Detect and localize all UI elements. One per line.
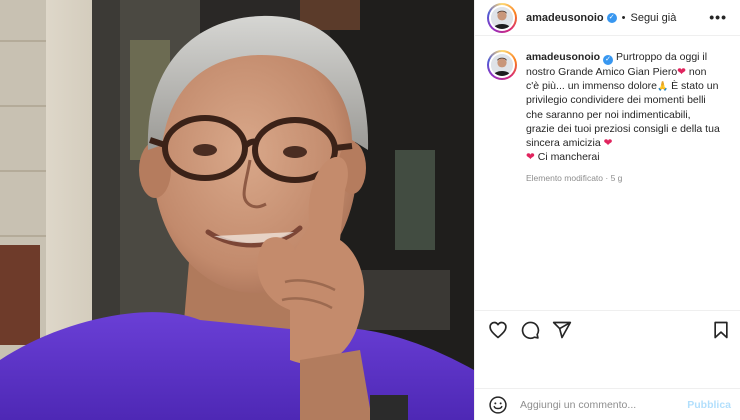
caption-username[interactable]: amadeusonoio bbox=[526, 51, 600, 63]
heart-icon[interactable] bbox=[488, 320, 508, 340]
avatar-image bbox=[491, 6, 513, 29]
header-username[interactable]: amadeusonoio bbox=[526, 12, 604, 24]
publish-button[interactable]: Pubblica bbox=[687, 399, 731, 411]
verified-badge-icon: ✓ bbox=[606, 12, 617, 23]
following-button[interactable]: Segui già bbox=[630, 12, 676, 24]
folded-hands-emoji-icon: 🙏 bbox=[657, 81, 669, 92]
caption-avatar-image bbox=[491, 54, 513, 76]
comment-input[interactable] bbox=[520, 398, 670, 411]
bookmark-icon[interactable] bbox=[711, 320, 731, 340]
more-options-icon[interactable]: ••• bbox=[709, 9, 727, 25]
post-photo[interactable] bbox=[0, 0, 474, 420]
caption-text-4: Ci mancherai bbox=[534, 151, 600, 164]
caption-verified-badge-icon: ✓ bbox=[603, 55, 614, 65]
caption-avatar[interactable] bbox=[487, 50, 517, 80]
caption: amadeusonoio ✓ Purtroppo da oggi il nostr… bbox=[487, 50, 733, 186]
caption-body: amadeusonoio ✓ Purtroppo da oggi il nostr… bbox=[526, 50, 722, 186]
comment-box: Pubblica bbox=[475, 388, 740, 420]
comment-icon[interactable] bbox=[520, 320, 540, 340]
post-side-panel: amadeusonoio ✓ • Segui già ••• amadeuson… bbox=[474, 0, 740, 420]
red-heart-emoji-icon: ❤ bbox=[603, 137, 613, 150]
avatar[interactable] bbox=[487, 2, 517, 33]
post-image bbox=[0, 0, 474, 420]
action-bar bbox=[475, 310, 740, 348]
instagram-post: amadeusonoio ✓ • Segui già ••• amadeuson… bbox=[0, 0, 740, 420]
post-header: amadeusonoio ✓ • Segui già ••• bbox=[475, 0, 740, 36]
share-icon[interactable] bbox=[552, 320, 572, 340]
red-heart-emoji-icon: ❤ bbox=[526, 151, 535, 164]
follow-separator: • bbox=[621, 11, 626, 24]
caption-meta: Elemento modificato · 5 g bbox=[526, 173, 623, 184]
emoji-icon[interactable] bbox=[488, 395, 508, 415]
red-heart-emoji-icon: ❤ bbox=[677, 66, 686, 78]
